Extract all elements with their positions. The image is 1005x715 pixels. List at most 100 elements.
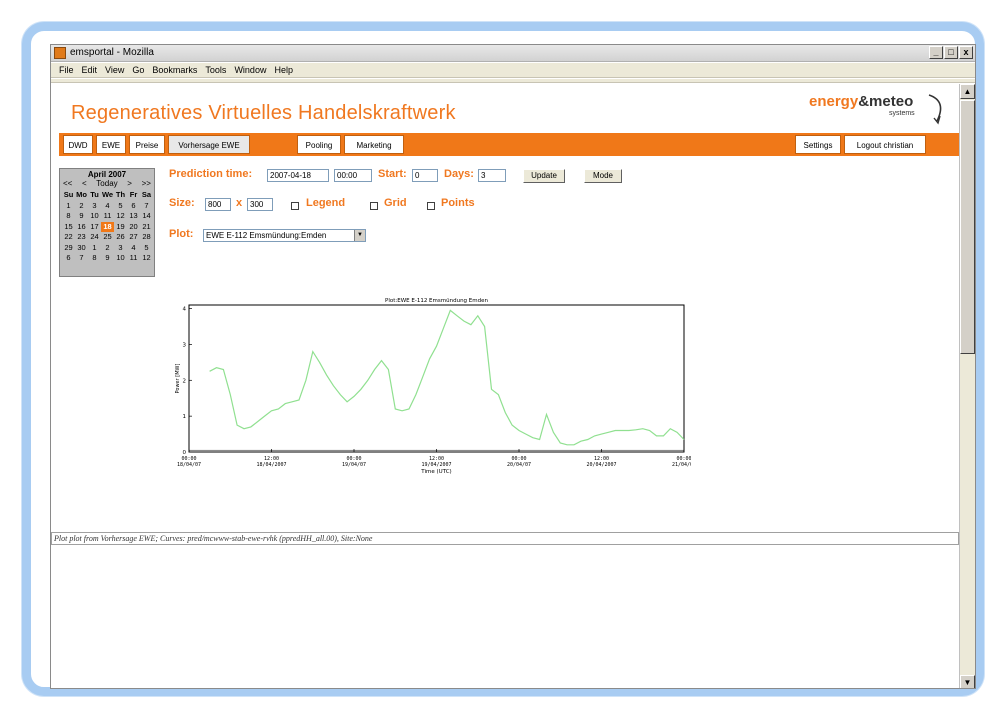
points-checkbox[interactable] xyxy=(427,202,435,210)
tab-logout[interactable]: Logout christian xyxy=(844,135,926,154)
calendar-day[interactable]: 7 xyxy=(75,253,88,264)
calendar-day[interactable]: 14 xyxy=(140,211,153,222)
grid-checkbox[interactable] xyxy=(370,202,378,210)
prediction-date-input[interactable]: 2007-04-18 xyxy=(267,169,329,182)
next-month-button[interactable]: > xyxy=(127,179,132,190)
weekday-label: Th xyxy=(115,190,126,199)
menu-edit[interactable]: Edit xyxy=(78,63,102,77)
menu-file[interactable]: File xyxy=(55,63,78,77)
calendar-day[interactable]: 13 xyxy=(127,211,140,222)
calendar-day[interactable]: 6 xyxy=(62,253,75,264)
calendar-day[interactable]: 26 xyxy=(114,232,127,243)
tab-marketing[interactable]: Marketing xyxy=(344,135,404,154)
close-button[interactable]: x xyxy=(959,46,973,59)
calendar-day[interactable]: 27 xyxy=(127,232,140,243)
calendar-day[interactable]: 21 xyxy=(140,222,153,233)
calendar-day[interactable]: 7 xyxy=(140,201,153,212)
calendar-day[interactable]: 25 xyxy=(101,232,114,243)
weekday-label: We xyxy=(101,190,114,199)
calendar-day[interactable]: 12 xyxy=(114,211,127,222)
x-tick-sublabel: 19/04/07 xyxy=(342,462,366,468)
chevron-down-icon[interactable]: ▼ xyxy=(354,230,365,241)
menu-help[interactable]: Help xyxy=(270,63,297,77)
calendar-day[interactable]: 30 xyxy=(75,243,88,254)
calendar-day[interactable]: 10 xyxy=(88,211,101,222)
app-icon xyxy=(54,47,66,59)
menu-bookmarks[interactable]: Bookmarks xyxy=(148,63,201,77)
calendar-day[interactable]: 1 xyxy=(88,243,101,254)
calendar-day[interactable]: 6 xyxy=(127,201,140,212)
tab-vorhersage-ewe[interactable]: Vorhersage EWE xyxy=(168,135,250,154)
calendar-day[interactable]: 8 xyxy=(62,211,75,222)
calendar-day[interactable]: 16 xyxy=(75,222,88,233)
x-tick-sublabel: 19/04/2007 xyxy=(421,462,451,468)
tab-settings[interactable]: Settings xyxy=(795,135,841,154)
maximize-button[interactable]: □ xyxy=(944,46,958,59)
calendar-day[interactable]: 10 xyxy=(114,253,127,264)
calendar-day[interactable]: 19 xyxy=(114,222,127,233)
calendar-day[interactable]: 4 xyxy=(127,243,140,254)
calendar-day[interactable]: 23 xyxy=(75,232,88,243)
today-button[interactable]: Today xyxy=(96,179,117,190)
calendar-day[interactable]: 9 xyxy=(75,211,88,222)
minimize-button[interactable]: _ xyxy=(929,46,943,59)
calendar-day[interactable]: 4 xyxy=(101,201,114,212)
menu-tools[interactable]: Tools xyxy=(201,63,230,77)
plot-select[interactable]: EWE E-112 Emsmündung:Emden ▼ xyxy=(203,229,366,242)
calendar-day[interactable]: 11 xyxy=(127,253,140,264)
plot-caption: Plot plot from Vorhersage EWE; Curves: p… xyxy=(51,532,959,545)
calendar-day[interactable]: 15 xyxy=(62,222,75,233)
tab-preise[interactable]: Preise xyxy=(129,135,165,154)
update-button[interactable]: Update xyxy=(523,169,565,183)
legend-label: Legend xyxy=(306,197,346,209)
date-calendar: April 2007 << < Today > >> Su Mo Tu We Th Fr S… xyxy=(59,168,155,277)
x-tick-sublabel: 21/04/07 xyxy=(672,462,691,468)
calendar-nav: << < Today > >> xyxy=(60,179,154,190)
calendar-day[interactable]: 20 xyxy=(127,222,140,233)
prev-month-button[interactable]: < xyxy=(82,179,87,190)
tab-dwd[interactable]: DWD xyxy=(63,135,93,154)
calendar-day[interactable]: 5 xyxy=(114,201,127,212)
calendar-day[interactable]: 29 xyxy=(62,243,75,254)
calendar-day[interactable]: 1 xyxy=(62,201,75,212)
height-input[interactable]: 300 xyxy=(247,198,273,211)
calendar-day[interactable]: 12 xyxy=(140,253,153,264)
calendar-month: April 2007 xyxy=(87,170,127,179)
calendar-day[interactable]: 8 xyxy=(88,253,101,264)
days-label: Days: xyxy=(444,168,474,180)
calendar-day[interactable]: 11 xyxy=(101,211,114,222)
x-tick-sublabel: 18/04/07 xyxy=(177,462,201,468)
mode-button[interactable]: Mode xyxy=(584,169,622,183)
menu-view[interactable]: View xyxy=(101,63,128,77)
calendar-day[interactable]: 3 xyxy=(114,243,127,254)
prev-year-button[interactable]: << xyxy=(63,179,72,190)
calendar-day[interactable]: 2 xyxy=(75,201,88,212)
scroll-down-icon[interactable]: ▼ xyxy=(960,675,975,688)
tab-pooling[interactable]: Pooling xyxy=(297,135,341,154)
logo-wordmark: energy&meteo xyxy=(809,93,914,110)
legend-checkbox[interactable] xyxy=(291,202,299,210)
menu-go[interactable]: Go xyxy=(128,63,148,77)
days-input[interactable]: 3 xyxy=(478,169,506,182)
menu-window[interactable]: Window xyxy=(230,63,270,77)
scroll-thumb[interactable] xyxy=(960,100,975,354)
vertical-scrollbar[interactable]: ▲ ▼ xyxy=(959,84,975,688)
calendar-day[interactable]: 3 xyxy=(88,201,101,212)
calendar-day-selected[interactable]: 18 xyxy=(101,221,114,232)
page-content: Regeneratives Virtuelles Handelskraftwer… xyxy=(51,84,959,688)
logo-swoosh-icon xyxy=(928,94,942,125)
calendar-day[interactable]: 22 xyxy=(62,232,75,243)
calendar-day[interactable]: 24 xyxy=(88,232,101,243)
calendar-day[interactable]: 17 xyxy=(88,222,101,233)
width-input[interactable]: 800 xyxy=(205,198,231,211)
prediction-time-input[interactable]: 00:00 xyxy=(334,169,372,182)
y-tick-label: 1 xyxy=(183,414,187,420)
scroll-up-icon[interactable]: ▲ xyxy=(960,84,975,99)
tab-ewe[interactable]: EWE xyxy=(96,135,126,154)
next-year-button[interactable]: >> xyxy=(142,179,151,190)
calendar-day[interactable]: 2 xyxy=(101,243,114,254)
calendar-day[interactable]: 9 xyxy=(101,253,114,264)
calendar-day[interactable]: 28 xyxy=(140,232,153,243)
start-input[interactable]: 0 xyxy=(412,169,438,182)
calendar-day[interactable]: 5 xyxy=(140,243,153,254)
